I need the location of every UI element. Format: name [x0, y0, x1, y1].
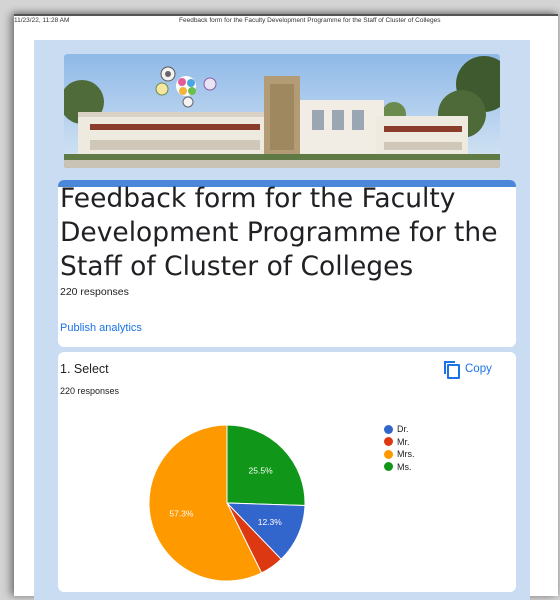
print-header: 11/23/22, 11:28 AM Feedback form for the… — [14, 14, 534, 28]
legend-item-dr: Dr. — [384, 423, 415, 436]
print-timestamp: 11/23/22, 11:28 AM — [14, 17, 70, 24]
legend-label: Mr. — [397, 436, 410, 447]
publish-analytics-link[interactable]: Publish analytics — [60, 322, 142, 334]
question-card: 1. Select 220 responses Copy 25.5% 12.3% 5… — [58, 352, 516, 592]
legend-swatch — [384, 424, 393, 434]
copy-chart-button[interactable]: Copy — [444, 358, 504, 380]
legend-item-mrs: Mrs. — [384, 448, 415, 461]
legend-swatch — [384, 462, 393, 472]
legend-swatch — [384, 437, 393, 447]
legend-label: Mrs. — [397, 449, 415, 460]
total-responses: 220 responses — [60, 286, 129, 298]
chart-legend: Dr. Mr. Mrs. Ms. — [384, 423, 415, 473]
form-title: Feedback form for the Faculty Developmen… — [60, 183, 498, 282]
pie-label-ms: 25.5% — [249, 465, 274, 475]
question-responses: 220 responses — [60, 386, 120, 396]
pie-label-mrs: 57.3% — [169, 509, 194, 519]
pie-chart: 25.5% 12.3% 57.3% — [146, 422, 308, 589]
legend-item-ms: Ms. — [384, 461, 415, 474]
legend-label: Dr. — [397, 424, 409, 435]
print-page-title: Feedback form for the Faculty Developmen… — [179, 17, 441, 24]
question-title: 1. Select — [60, 362, 109, 376]
legend-item-mr: Mr. — [384, 436, 415, 449]
form-title-card: Feedback form for the Faculty Developmen… — [58, 180, 516, 347]
pie-label-dr: 12.3% — [258, 517, 283, 527]
legend-label: Ms. — [397, 461, 412, 472]
legend-swatch — [384, 449, 393, 459]
copy-label: Copy — [465, 363, 492, 375]
header-banner-image — [64, 54, 500, 168]
copy-icon — [444, 361, 460, 379]
